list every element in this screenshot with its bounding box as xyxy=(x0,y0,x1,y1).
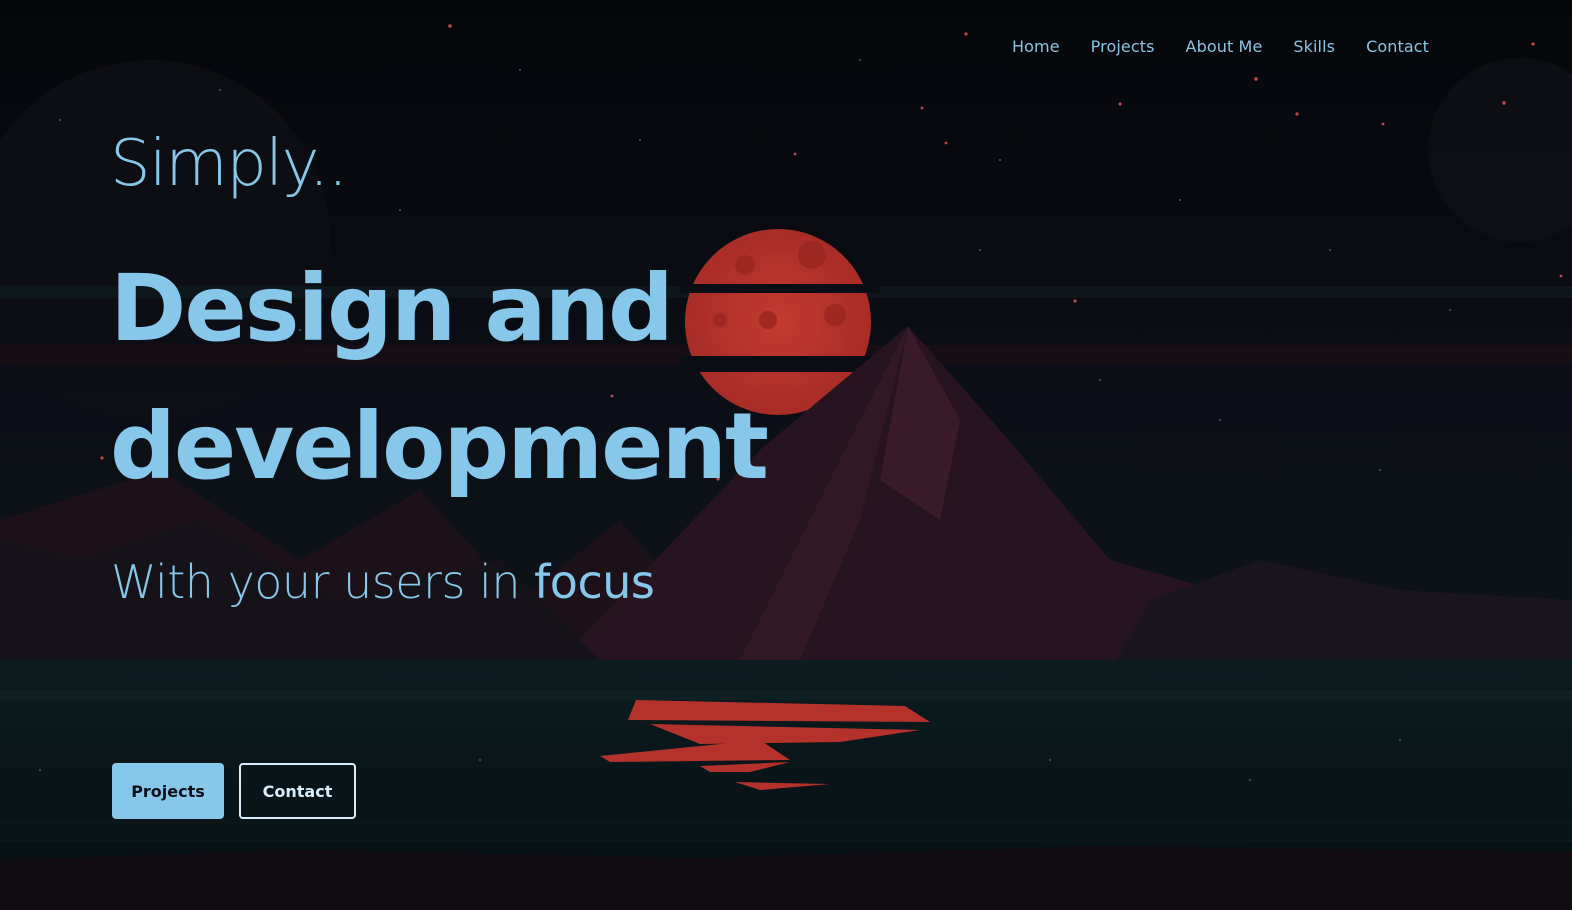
hero-title-line-2: development xyxy=(110,393,769,500)
landing-page: Home Projects About Me Skills Contact Si… xyxy=(0,0,1572,910)
hero-subtitle-emphasis: focus xyxy=(534,555,655,609)
hero-title-line-1: Design and xyxy=(110,255,674,362)
projects-button[interactable]: Projects xyxy=(112,763,224,819)
hero-subtitle: With your users in focus xyxy=(111,554,655,610)
nav-about-me[interactable]: About Me xyxy=(1186,36,1263,58)
hero-title: Design and development xyxy=(110,240,769,516)
main-nav: Home Projects About Me Skills Contact xyxy=(1012,36,1460,58)
nav-projects[interactable]: Projects xyxy=(1091,36,1155,58)
contact-button[interactable]: Contact xyxy=(239,763,356,819)
hero-subtitle-prefix: With your users in xyxy=(111,555,535,609)
nav-skills[interactable]: Skills xyxy=(1293,36,1335,58)
nav-contact[interactable]: Contact xyxy=(1366,36,1429,58)
hero-kicker: Simply.. xyxy=(110,127,348,201)
nav-home[interactable]: Home xyxy=(1012,36,1060,58)
